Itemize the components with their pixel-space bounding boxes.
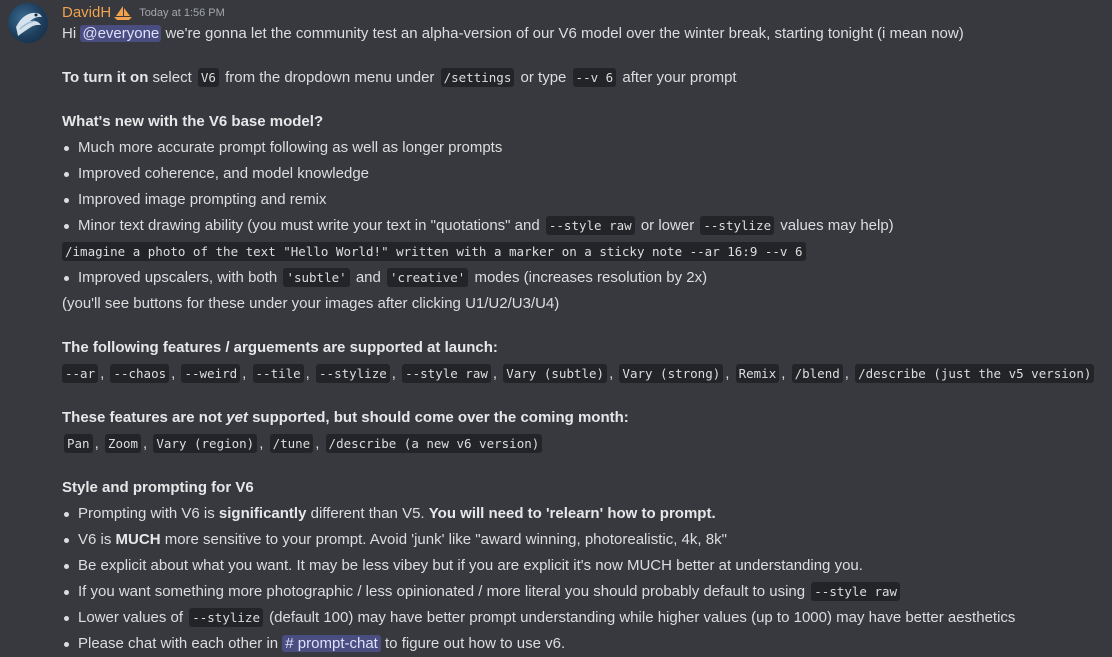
turn-on-text: or type [520, 69, 567, 86]
feature-code: Pan [64, 434, 93, 453]
avatar[interactable] [8, 3, 48, 43]
list-item: Lower values of --stylize (default 100) … [62, 605, 1102, 631]
feature-code: /describe (just the v5 version) [855, 364, 1095, 383]
feature-code: --weird [181, 364, 241, 383]
everyone-mention[interactable]: @everyone [80, 25, 162, 42]
upscaler-note: (you'll see buttons for these under your… [62, 295, 560, 312]
whats-new-heading: What's new with the V6 base model? [62, 113, 324, 130]
example-command: /imagine a photo of the text "Hello Worl… [62, 242, 806, 261]
list-item: Be explicit about what you want. It may … [62, 553, 1102, 579]
not-supported-list: Pan, Zoom, Vary (region), /tune, /descri… [62, 431, 1102, 457]
supported-list: --ar, --chaos, --weird, --tile, --styliz… [60, 361, 1102, 387]
feature-code: /tune [269, 434, 314, 453]
turn-on-text: after your prompt [622, 69, 737, 86]
inline-code: V6 [197, 68, 219, 87]
message-timestamp[interactable]: Today at 1:56 PM [139, 3, 225, 23]
feature-code: --ar [62, 364, 99, 383]
inline-code: --v 6 [572, 68, 617, 87]
feature-code: /describe (a new v6 version) [325, 434, 543, 453]
feature-code: /blend [791, 364, 843, 383]
channel-mention-prompt-chat[interactable]: # prompt-chat [282, 635, 381, 652]
feature-code: --stylize [316, 364, 390, 383]
inline-code: --stylize [189, 608, 263, 627]
example-line: /imagine a photo of the text "Hello Worl… [62, 239, 1102, 265]
list-item: Minor text drawing ability (you must wri… [62, 213, 1102, 239]
list-item: Please chat with each other in # prompt-… [62, 631, 1102, 657]
supported-heading: The following features / arguements are … [62, 339, 498, 356]
inline-code: /settings [440, 68, 515, 87]
feature-code: Vary (strong) [619, 364, 724, 383]
boat-icon [113, 5, 133, 21]
list-item: Much more accurate prompt following as w… [62, 135, 1102, 161]
feature-code: --style raw [402, 364, 491, 383]
inline-code: 'subtle' [283, 268, 350, 287]
message-header: DavidH Today at 1:56 PM [62, 3, 1102, 23]
avatar-image [16, 12, 42, 37]
style-heading: Style and prompting for V6 [62, 479, 254, 496]
intro-line: Hi @everyone we're gonna let the communi… [62, 21, 1102, 47]
feature-code: --chaos [110, 364, 170, 383]
list-item: Prompting with V6 is significantly diffe… [62, 501, 1102, 527]
message-content: DavidH Today at 1:56 PM Hi @everyone we'… [62, 3, 1102, 657]
inline-code: --style raw [545, 216, 635, 235]
inline-code: 'creative' [387, 268, 469, 287]
feature-code: --tile [252, 364, 304, 383]
turn-on-text: from the dropdown menu under [225, 69, 435, 86]
inline-code: --style raw [811, 582, 901, 601]
feature-code: Vary (region) [153, 434, 258, 453]
list-item: Improved coherence, and model knowledge [62, 161, 1102, 187]
list-item: Improved upscalers, with both 'subtle' a… [62, 265, 1102, 291]
turn-on-heading: To turn it on [62, 69, 149, 86]
list-item: If you want something more photographic … [62, 579, 1102, 605]
feature-code: Remix [735, 364, 780, 383]
list-item: Improved image prompting and remix [62, 187, 1102, 213]
intro-text: we're gonna let the community test an al… [165, 25, 964, 42]
inline-code: --stylize [700, 216, 775, 235]
feature-code: Zoom [104, 434, 142, 453]
author-name[interactable]: DavidH [62, 3, 111, 23]
not-supported-heading: These features are not yet supported, bu… [62, 409, 629, 426]
turn-on-line: To turn it on select V6 from the dropdow… [62, 65, 1102, 91]
feature-code: Vary (subtle) [503, 364, 608, 383]
turn-on-text: select [152, 69, 192, 86]
intro-greeting: Hi [62, 25, 77, 42]
list-item: V6 is MUCH more sensitive to your prompt… [62, 527, 1102, 553]
